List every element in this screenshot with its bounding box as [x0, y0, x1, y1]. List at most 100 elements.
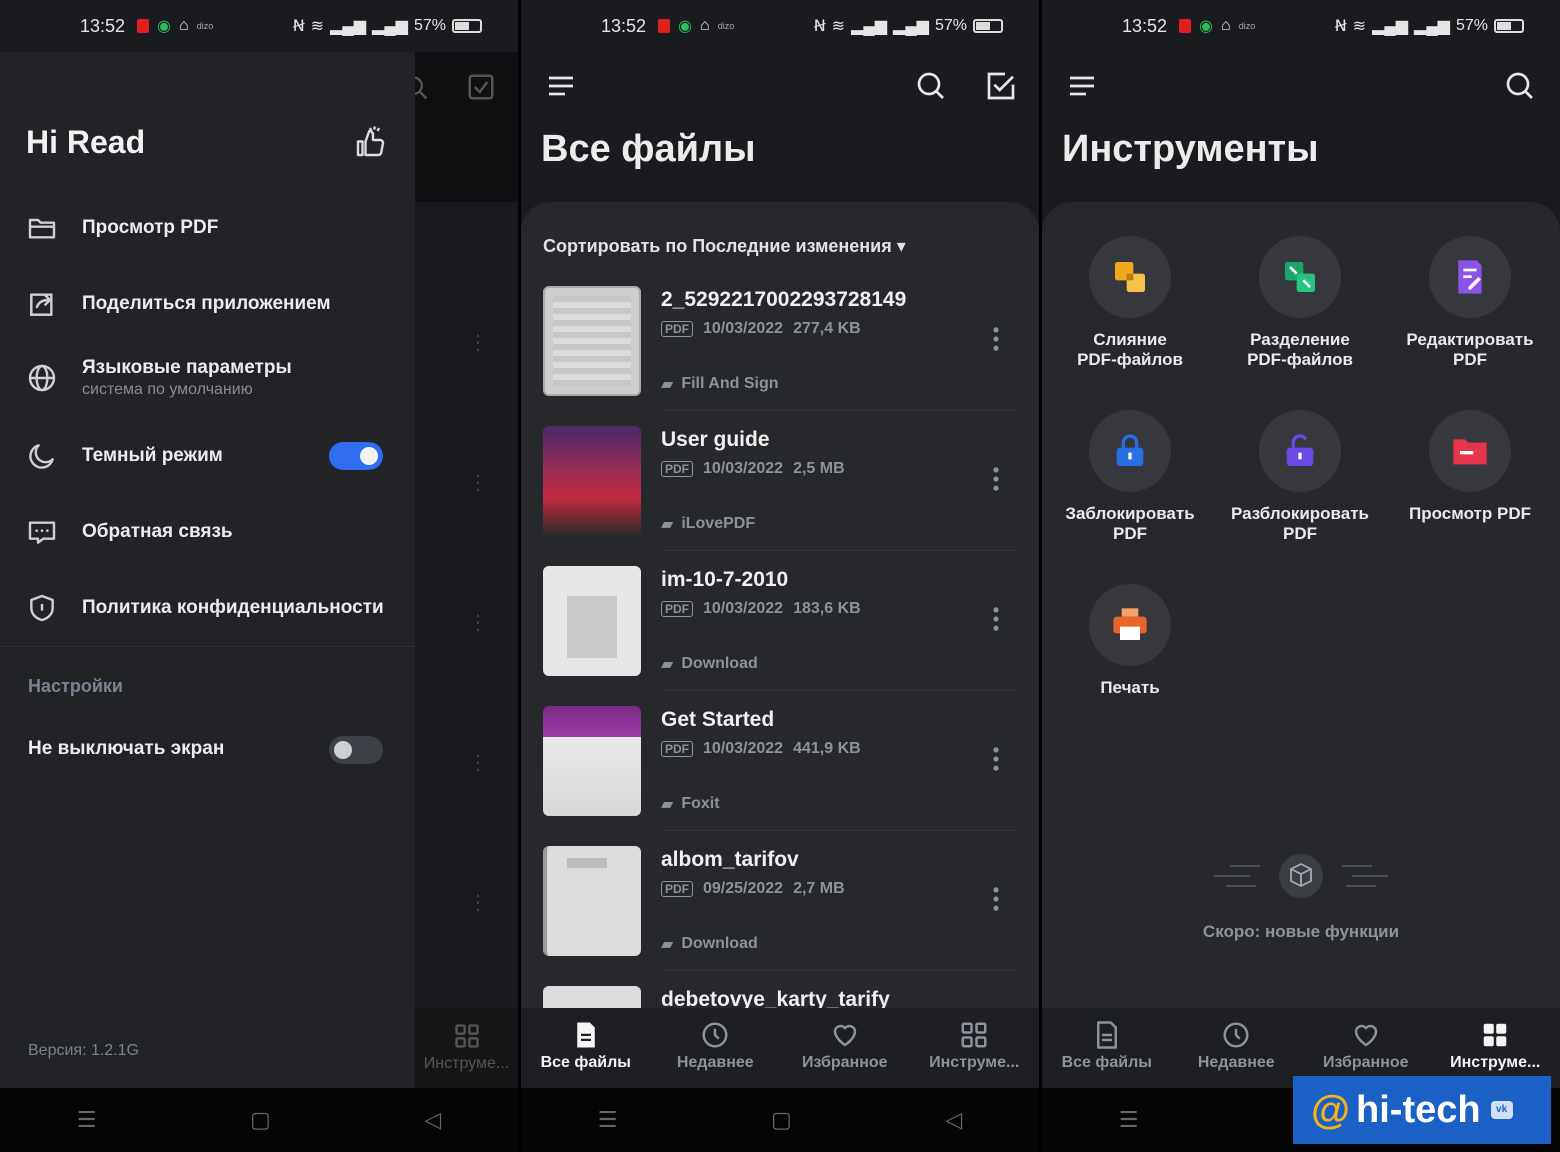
menu-nav-icon[interactable]: ☰: [1119, 1107, 1139, 1133]
lock-icon: [1116, 434, 1144, 466]
grid-icon: [1484, 1023, 1507, 1047]
file-thumbnail: [543, 286, 641, 396]
search-icon[interactable]: [915, 70, 947, 102]
tool-label: Печать: [1100, 678, 1160, 697]
file-row[interactable]: User guide PDF 10/03/2022 2,5 MB ▰ iLovePDF: [521, 426, 1039, 566]
drawer-item-privacy[interactable]: Политика конфиденциальности: [0, 592, 415, 624]
tab-all-files[interactable]: Все файлы: [1042, 1008, 1172, 1088]
tool-label: PDF: [1113, 524, 1147, 543]
tab-all-files[interactable]: Все файлы: [521, 1008, 651, 1088]
tool-lock-pdf[interactable]: Заблокировать PDF: [1045, 410, 1215, 544]
tool-label: Заблокировать: [1065, 504, 1195, 523]
phone-files-screen: 13:52 ◉ ⌂ dizo Ꞥ ≋ ▂▄▆ ▂▄▆ 57% Все файлы…: [521, 0, 1039, 1152]
tab-label: Все файлы: [1061, 1054, 1152, 1071]
merge-icon: [1115, 262, 1145, 292]
status-bar: 13:52 ◉ ⌂ dizo Ꞥ ≋ ▂▄▆ ▂▄▆ 57%: [521, 0, 1039, 52]
folder-icon: ▰: [661, 936, 674, 953]
watermark-logo: @ hi-tech vk: [1293, 1076, 1551, 1144]
menu-nav-icon[interactable]: ☰: [598, 1107, 618, 1133]
heart-icon: [1354, 1024, 1377, 1047]
tool-merge-pdf[interactable]: Слияние PDF-файлов: [1045, 236, 1215, 370]
tools-card: Слияние PDF-файлов Разделение PDF-файлов Р…: [1042, 202, 1560, 1008]
signal-icon: ▂▄▆: [330, 18, 367, 35]
rate-like-icon[interactable]: [352, 124, 388, 162]
split-icon: [1285, 262, 1315, 292]
drawer-item-share-app[interactable]: Поделиться приложением: [0, 288, 415, 320]
tab-label: Избранное: [801, 1054, 888, 1071]
drawer-item-language[interactable]: Языковые параметры система по умолчанию: [0, 357, 415, 399]
app-notification-icon: ⌂: [700, 17, 710, 34]
tool-print[interactable]: Печать: [1045, 584, 1215, 698]
file-row[interactable]: im-10-7-2010 PDF 10/03/2022 183,6 KB ▰ Down…: [521, 566, 1039, 706]
drawer-item-label: Обратная связь: [82, 521, 233, 542]
tab-favorites[interactable]: Избранное: [780, 1008, 910, 1088]
tool-label: PDF-файлов: [1077, 350, 1183, 369]
row-divider: [661, 410, 1019, 411]
pdf-notification-icon: [137, 19, 150, 33]
menu-icon[interactable]: [545, 70, 577, 102]
tool-icon-circle: [1429, 410, 1511, 492]
tool-view-pdf[interactable]: Просмотр PDF: [1385, 410, 1555, 524]
file-size: 2,7 MB: [793, 880, 845, 897]
page-title: Все файлы: [541, 128, 756, 170]
back-nav-icon[interactable]: ◁: [945, 1107, 962, 1133]
file-meta: PDF 10/03/2022 277,4 KB: [661, 320, 861, 338]
wifi-icon: ≋: [1352, 18, 1367, 35]
file-list-card: Сортировать по Последние изменения ▾ 2_5…: [521, 202, 1039, 1008]
search-icon[interactable]: [1504, 70, 1536, 102]
tab-label: Инструме...: [929, 1054, 1020, 1071]
tool-icon-circle: [1259, 410, 1341, 492]
sort-dropdown[interactable]: Сортировать по Последние изменения ▾: [543, 236, 906, 257]
more-icon[interactable]: [991, 746, 1001, 772]
drawer-item-view-pdf[interactable]: Просмотр PDF: [0, 212, 415, 244]
status-right-icons: Ꞥ ≋ ▂▄▆ ▂▄▆ 57%: [1335, 16, 1524, 36]
navigation-drawer: Hi Read Просмотр PDF Поделиться приложен…: [0, 52, 415, 1088]
menu-nav-icon[interactable]: ☰: [77, 1107, 97, 1133]
file-meta: PDF 10/03/2022 183,6 KB: [661, 600, 861, 618]
more-icon[interactable]: [991, 606, 1001, 632]
heart-icon: [833, 1024, 856, 1047]
file-name: 2_5292217002293728149: [661, 288, 907, 311]
more-icon[interactable]: [991, 326, 1001, 352]
home-nav-icon[interactable]: ▢: [771, 1107, 792, 1133]
folder-name: Download: [681, 935, 758, 952]
tab-tools[interactable]: Инструме...: [910, 1008, 1040, 1088]
file-icon: [1096, 1021, 1117, 1049]
file-row[interactable]: debetovye_karty_tarify: [521, 986, 1039, 1008]
file-folder: ▰ iLovePDF: [661, 514, 755, 534]
grid-icon: [961, 1022, 987, 1048]
battery-text: 57%: [1455, 17, 1488, 34]
tab-recent[interactable]: Недавнее: [1172, 1008, 1302, 1088]
vk-icon: vk: [1490, 1101, 1513, 1119]
file-meta: PDF 09/25/2022 2,7 MB: [661, 880, 845, 898]
tool-split-pdf[interactable]: Разделение PDF-файлов: [1215, 236, 1385, 370]
file-row[interactable]: Get Started PDF 10/03/2022 441,9 KB ▰ Foxit: [521, 706, 1039, 846]
row-divider: [661, 970, 1019, 971]
dark-mode-toggle[interactable]: [329, 442, 383, 470]
file-row[interactable]: 2_5292217002293728149 PDF 10/03/2022 277,4…: [521, 286, 1039, 426]
tool-edit-pdf[interactable]: Редактировать PDF: [1385, 236, 1555, 370]
file-row[interactable]: albom_tarifov PDF 09/25/2022 2,7 MB ▰ Downl…: [521, 846, 1039, 986]
more-icon[interactable]: [991, 466, 1001, 492]
system-nav-bar: ☰ ▢ ◁: [521, 1088, 1039, 1152]
keep-screen-toggle[interactable]: [329, 736, 383, 764]
tab-recent[interactable]: Недавнее: [651, 1008, 781, 1088]
more-icon: ⋮: [468, 332, 488, 354]
home-nav-icon[interactable]: ▢: [250, 1107, 271, 1133]
file-thumbnail: [543, 986, 641, 1008]
back-nav-icon[interactable]: ◁: [424, 1107, 441, 1133]
sort-label: Сортировать по Последние изменения: [543, 236, 892, 256]
select-icon[interactable]: [985, 70, 1017, 102]
menu-icon[interactable]: [1066, 70, 1098, 102]
signal-icon: ▂▄▆: [851, 18, 888, 35]
moon-icon: [29, 444, 54, 469]
signal-icon: ▂▄▆: [1372, 18, 1409, 35]
tool-unlock-pdf[interactable]: Разблокировать PDF: [1215, 410, 1385, 544]
status-right-icons: Ꞥ ≋ ▂▄▆ ▂▄▆ 57%: [293, 16, 482, 36]
check-notification-icon: ◉: [678, 18, 693, 35]
more-icon[interactable]: [991, 886, 1001, 912]
drawer-item-feedback[interactable]: Обратная связь: [0, 516, 415, 548]
row-divider: [661, 550, 1019, 551]
tool-label: PDF: [1453, 350, 1487, 369]
watermark-text: hi-tech: [1356, 1088, 1481, 1131]
